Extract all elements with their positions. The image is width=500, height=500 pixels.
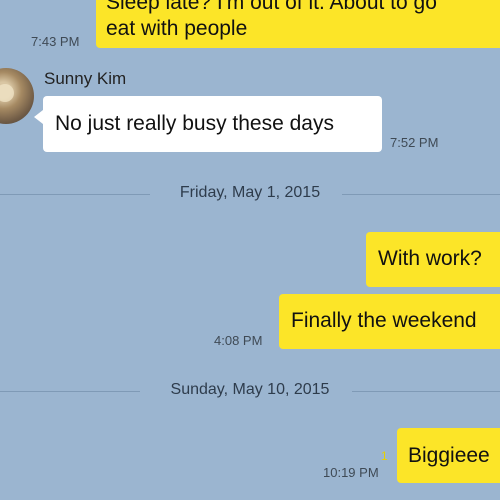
divider-line [352, 391, 500, 392]
divider-line [342, 194, 500, 195]
message-timestamp: 7:52 PM [390, 135, 439, 150]
message-bubble-mine[interactable]: Biggieee [397, 428, 500, 483]
message-bubble-mine[interactable]: With work? [366, 232, 500, 287]
message-bubble-theirs[interactable]: No just really busy these days [43, 96, 382, 152]
date-divider: Sunday, May 10, 2015 [0, 381, 500, 401]
message-timestamp: 10:19 PM [323, 465, 379, 480]
sender-name: Sunny Kim [44, 69, 127, 88]
bubble-tail [34, 110, 43, 124]
message-bubble-mine[interactable]: Sleep late? I'm out of it. About to go e… [96, 0, 500, 48]
unread-count: 1 [381, 449, 388, 463]
date-divider: Friday, May 1, 2015 [0, 184, 500, 204]
avatar-photo-icon[interactable] [0, 68, 34, 124]
message-timestamp: 7:43 PM [31, 34, 80, 49]
message-bubble-mine[interactable]: Finally the weekend [279, 294, 500, 349]
date-divider-label: Friday, May 1, 2015 [179, 184, 321, 201]
message-timestamp: 4:08 PM [214, 333, 263, 348]
date-divider-label: Sunday, May 10, 2015 [170, 381, 330, 398]
